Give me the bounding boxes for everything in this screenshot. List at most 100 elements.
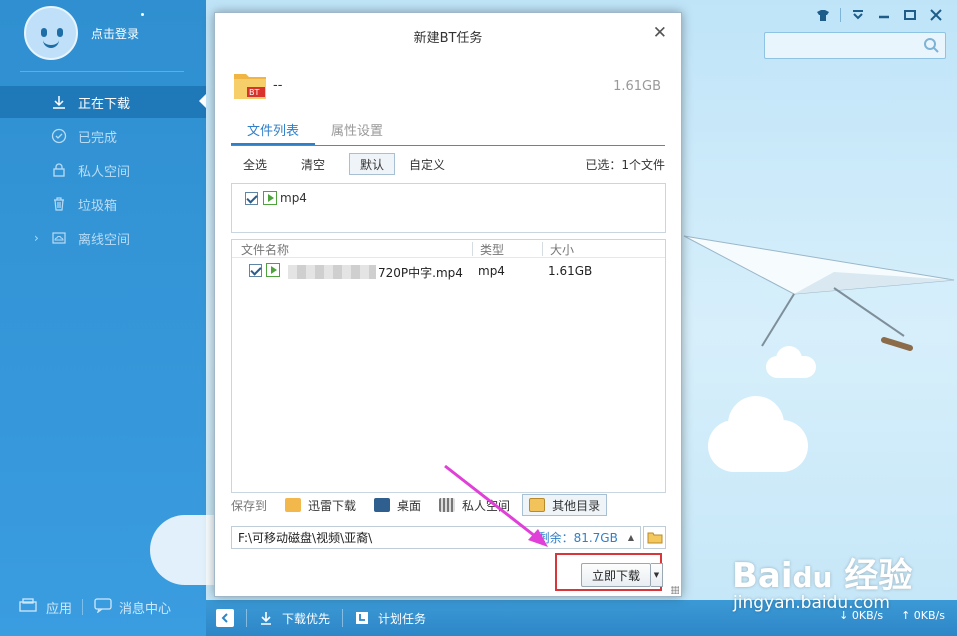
clear-button[interactable]: 清空 (291, 153, 335, 175)
download-arrow-icon (50, 93, 68, 111)
location-desktop[interactable]: 桌面 (368, 494, 427, 516)
login-link[interactable]: 点击登录 (91, 25, 139, 42)
chevron-right-icon[interactable]: › (34, 231, 39, 245)
skin-icon[interactable] (810, 6, 836, 24)
trash-icon (50, 195, 68, 213)
sidebar-item-label: 已完成 (78, 130, 118, 146)
sidebar-footer: 应用 消息中心 (0, 592, 206, 622)
collapse-button[interactable] (216, 609, 234, 627)
search-icon[interactable] (923, 37, 939, 53)
type-label: mp4 (280, 191, 307, 205)
download-options-dropdown[interactable]: ▼ (651, 563, 663, 587)
message-center-button[interactable]: 消息中心 (93, 597, 171, 617)
tab-file-list[interactable]: 文件列表 (231, 121, 316, 145)
upload-speed: ↑ 0KB/s (901, 609, 945, 622)
col-size-header[interactable]: 大小 (550, 241, 574, 258)
window-controls (810, 6, 949, 24)
tab-properties[interactable]: 属性设置 (315, 121, 399, 145)
search-box[interactable] (764, 32, 946, 59)
watermark-url: jingyan.baidu.com (733, 593, 890, 613)
desktop-icon (374, 498, 391, 512)
resize-grip[interactable] (671, 586, 679, 594)
menu-icon[interactable] (845, 6, 871, 24)
filter-row: 全选 清空 默认 自定义 已选：1个文件 (233, 152, 665, 176)
custom-button[interactable]: 自定义 (409, 153, 455, 175)
file-checkbox[interactable] (249, 264, 262, 277)
avatar[interactable] (24, 6, 78, 60)
col-name-header[interactable]: 文件名称 (241, 241, 289, 258)
location-thunder-downloads[interactable]: 迅雷下载 (279, 494, 362, 516)
file-size: 1.61GB (548, 264, 593, 278)
task-name: -- (273, 78, 283, 93)
cloud-icon (50, 229, 68, 247)
folder-icon (647, 532, 662, 544)
dialog-title: 新建BT任务 (413, 31, 483, 46)
table-row[interactable]: 720P中字.mp4 mp4 1.61GB (232, 262, 665, 282)
selected-count: 已选：1个文件 (585, 158, 665, 172)
sidebar-item-label: 离线空间 (78, 232, 131, 248)
sidebar-item-offline[interactable]: › 离线空间 (0, 222, 206, 254)
apps-button[interactable]: 应用 (18, 597, 72, 617)
download-now-button[interactable]: 立即下载 (581, 563, 651, 587)
download-priority-icon (259, 611, 273, 625)
scheduled-task-label: 计划任务 (378, 611, 427, 626)
schedule-icon (355, 611, 369, 625)
sidebar-item-downloading[interactable]: 正在下载 (0, 86, 206, 118)
sidebar-divider (20, 71, 184, 72)
dialog-close-icon[interactable]: ✕ (653, 23, 667, 43)
col-type-header[interactable]: 类型 (480, 241, 504, 258)
sidebar-item-label: 私人空间 (78, 164, 131, 180)
cloud-illustration (150, 515, 214, 585)
save-path[interactable]: F:\可移动磁盘\视频\亚裔\ (232, 529, 538, 546)
save-location-row: 保存到 迅雷下载 桌面 私人空间 其他目录 (231, 493, 665, 517)
sidebar-item-private[interactable]: 私人空间 (0, 154, 206, 186)
dialog-tabs: 文件列表 属性设置 (231, 121, 665, 146)
maximize-icon[interactable] (897, 6, 923, 24)
footer-divider (82, 599, 84, 615)
active-pointer (199, 94, 206, 108)
blurred-filename (288, 265, 376, 279)
save-path-field[interactable]: F:\可移动磁盘\视频\亚裔\ 剩余：81.7GB ▲ (231, 526, 641, 549)
folder-icon (529, 498, 546, 512)
paper-plane-illustration (683, 235, 955, 351)
message-center-label: 消息中心 (119, 601, 172, 617)
sidebar-item-trash[interactable]: 垃圾箱 (0, 188, 206, 220)
file-name: 720P中字.mp4 (378, 266, 463, 280)
bt-file-icon: BT (233, 70, 267, 100)
message-icon (93, 597, 113, 617)
location-private-space[interactable]: 私人空间 (433, 494, 516, 516)
task-size: 1.61GB (613, 79, 661, 94)
file-table: 文件名称 类型 大小 720P中字.mp4 mp4 1.61GB (231, 239, 666, 493)
check-circle-icon (50, 127, 68, 145)
online-dot (141, 13, 144, 16)
lock-icon (50, 161, 68, 179)
search-input[interactable] (765, 33, 915, 58)
sidebar-item-label: 正在下载 (78, 96, 131, 112)
minimize-icon[interactable] (871, 6, 897, 24)
file-type-filter: mp4 (231, 183, 666, 233)
svg-text:BT: BT (249, 88, 259, 97)
apps-icon (18, 597, 38, 617)
scheduled-task-button[interactable]: 计划任务 (355, 610, 426, 627)
close-icon[interactable] (923, 6, 949, 24)
free-space: 剩余：81.7GB (537, 531, 618, 545)
apps-label: 应用 (46, 601, 73, 617)
new-bt-task-dialog: 新建BT任务 ✕ BT -- 1.61GB 文件列表 属性设置 全选 清空 默认… (214, 12, 682, 597)
table-header: 文件名称 类型 大小 (232, 240, 665, 258)
file-type: mp4 (478, 264, 505, 278)
video-file-icon (263, 191, 277, 205)
select-all-button[interactable]: 全选 (233, 153, 277, 175)
browse-folder-button[interactable] (643, 526, 666, 549)
download-first-label: 下载优先 (282, 611, 331, 626)
sidebar-item-label: 垃圾箱 (78, 198, 118, 214)
location-other[interactable]: 其他目录 (522, 494, 608, 516)
download-first-button[interactable]: 下载优先 (259, 610, 330, 627)
sidebar-item-completed[interactable]: 已完成 (0, 120, 206, 152)
save-to-label: 保存到 (231, 498, 268, 513)
type-checkbox[interactable] (245, 191, 258, 205)
path-dropdown-icon[interactable]: ▲ (628, 533, 634, 542)
baidu-watermark: Baidu 经验 (732, 556, 913, 596)
video-file-icon (266, 263, 280, 277)
private-space-icon (439, 498, 456, 512)
default-button[interactable]: 默认 (349, 153, 396, 175)
